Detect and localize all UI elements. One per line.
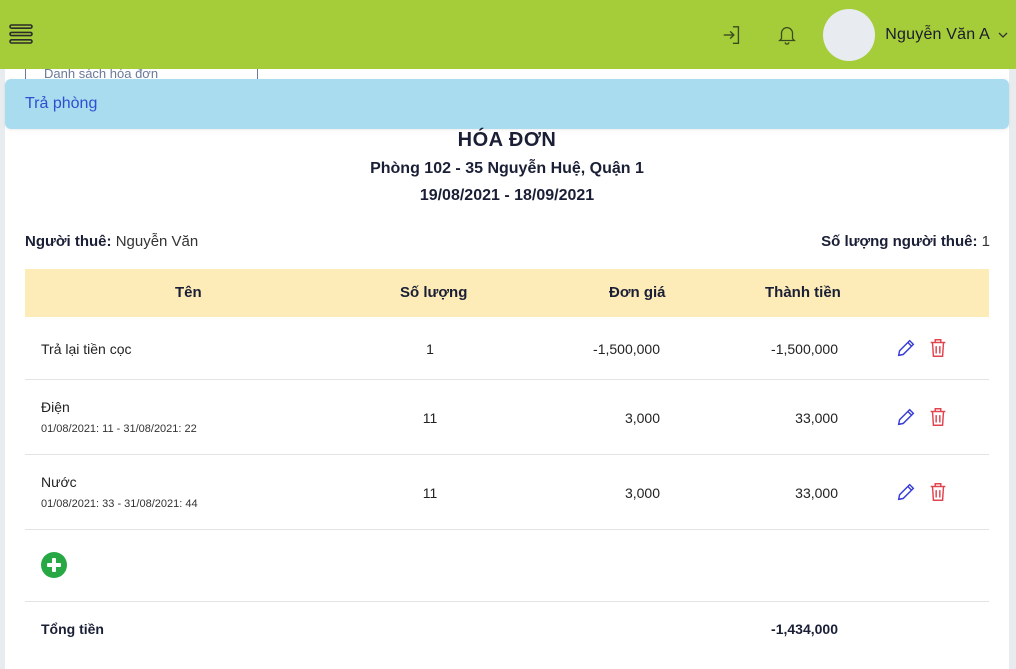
add-item-button[interactable] [41, 552, 67, 578]
table-header: Tên Số lượng Đơn giá Thành tiền [25, 269, 989, 317]
tenant-name-block: Người thuê: Nguyễn Văn [25, 233, 198, 250]
login-icon[interactable] [720, 23, 744, 47]
tenant-count-block: Số lượng người thuê: 1 [821, 233, 990, 250]
tenant-label: Người thuê: [25, 233, 112, 250]
menu-icon[interactable] [9, 22, 33, 46]
bell-icon[interactable] [775, 23, 799, 47]
trash-icon[interactable] [926, 480, 950, 504]
item-qty: 11 [422, 410, 438, 426]
table-row: Nước 01/08/2021: 33 - 31/08/2021: 44 11 … [25, 455, 989, 530]
invoice-period: 19/08/2021 - 18/09/2021 [419, 187, 595, 204]
chevron-down-icon[interactable] [998, 30, 1008, 40]
col-header-total: Thành tiền [765, 284, 841, 301]
item-qty: 11 [422, 485, 438, 501]
item-meter-range: 01/08/2021: 11 - 31/08/2021: 22 [41, 423, 197, 435]
row-actions [894, 405, 950, 429]
total-value: -1,434,000 [771, 621, 838, 637]
modal-title: Trả phòng [25, 95, 98, 112]
col-header-name: Tên [175, 284, 202, 301]
item-price: 3,000 [624, 485, 660, 501]
item-name: Trả lại tiền cọc [41, 341, 132, 357]
invoice-table: Tên Số lượng Đơn giá Thành tiền Trả lại … [25, 269, 989, 652]
total-row: Tổng tiền -1,434,000 [25, 602, 989, 652]
edit-icon[interactable] [894, 480, 918, 504]
item-name: Điện [41, 399, 70, 415]
edit-icon[interactable] [894, 405, 918, 429]
add-item-row [25, 530, 989, 602]
item-meter-range: 01/08/2021: 33 - 31/08/2021: 44 [41, 498, 198, 510]
tenant-info: Người thuê: Nguyễn Văn Số lượng người th… [25, 233, 990, 253]
trash-icon[interactable] [926, 405, 950, 429]
user-area: Nguyễn Văn A [720, 0, 1008, 69]
col-header-qty: Số lượng [400, 284, 468, 301]
tenant-count-value: 1 [981, 233, 990, 250]
tenant-count-label: Số lượng người thuê: [821, 233, 978, 250]
item-price: 3,000 [624, 410, 660, 426]
invoice-title: HÓA ĐƠN [457, 129, 557, 151]
user-name[interactable]: Nguyễn Văn A [885, 26, 990, 44]
avatar[interactable] [823, 8, 876, 61]
modal-header: Trả phòng [5, 79, 1009, 129]
tenant-value: Nguyễn Văn [115, 233, 199, 250]
total-label: Tổng tiền [41, 621, 104, 637]
row-actions [894, 480, 950, 504]
table-row: Điện 01/08/2021: 11 - 31/08/2021: 22 11 … [25, 380, 989, 455]
item-name: Nước [41, 474, 77, 490]
item-qty: 1 [426, 341, 434, 357]
top-navbar: Nguyễn Văn A [0, 0, 1016, 69]
col-header-price: Đơn giá [609, 284, 666, 301]
item-price: -1,500,000 [593, 341, 660, 357]
table-row: Trả lại tiền cọc 1 -1,500,000 -1,500,000 [25, 317, 989, 380]
trash-icon[interactable] [926, 336, 950, 360]
invoice-room: Phòng 102 - 35 Nguyễn Huệ, Quận 1 [370, 160, 644, 177]
edit-icon[interactable] [894, 336, 918, 360]
row-actions [894, 336, 950, 360]
item-total: -1,500,000 [771, 341, 838, 357]
item-total: 33,000 [795, 485, 838, 501]
item-total: 33,000 [795, 410, 838, 426]
